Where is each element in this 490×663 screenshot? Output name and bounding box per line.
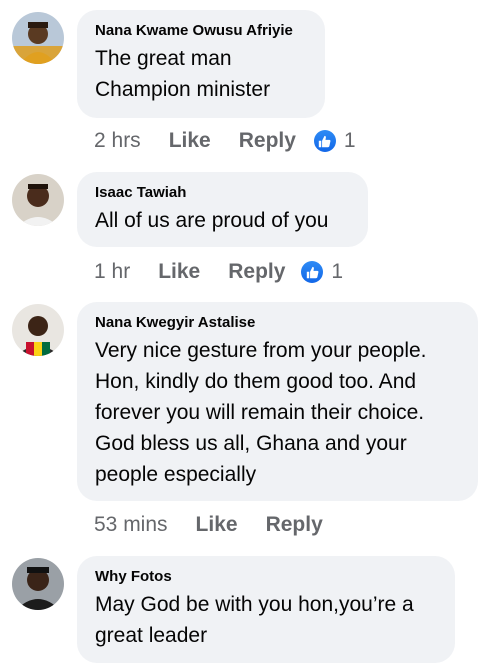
comment-actions: 1 hr Like Reply 1 (94, 257, 343, 287)
thumbs-up-icon (301, 261, 324, 283)
comment-author[interactable]: Nana Kwegyir Astalise (95, 313, 460, 333)
reaction-count: 1 (331, 260, 344, 283)
comment-bubble: Why Fotos May God be with you hon,you’re… (77, 556, 455, 663)
comment-author[interactable]: Why Fotos (95, 567, 437, 587)
avatar[interactable] (12, 558, 64, 610)
comment-text-line: great leader (95, 624, 208, 647)
reaction-summary[interactable]: 1 (301, 260, 343, 284)
comment-actions: 2 hrs Like Reply 1 (94, 126, 356, 156)
avatar[interactable] (12, 174, 64, 226)
comment-timestamp[interactable]: 1 hr (94, 260, 130, 284)
comment-timestamp[interactable]: 53 mins (94, 513, 168, 537)
comment-text-line: God bless us all, Ghana and your (95, 432, 407, 455)
comment-bubble: Isaac Tawiah All of us are proud of you (77, 172, 368, 247)
avatar[interactable] (12, 304, 64, 356)
avatar[interactable] (12, 12, 64, 64)
comment-bubble: Nana Kwame Owusu Afriyie The great man C… (77, 10, 325, 118)
reaction-count: 1 (343, 129, 356, 152)
comment-text-line: people especially (95, 463, 257, 486)
like-button[interactable]: Like (158, 260, 200, 284)
comment-author[interactable]: Isaac Tawiah (95, 183, 350, 203)
comment-text-line: Very nice gesture from your people. (95, 339, 427, 362)
comment-text-line: Champion minister (95, 78, 271, 101)
reaction-summary[interactable]: 1 (313, 129, 356, 153)
comment-actions: 53 mins Like Reply (94, 510, 351, 540)
comment-text-line: Hon, kindly do them good too. And (95, 370, 417, 393)
like-button[interactable]: Like (196, 513, 238, 537)
comment-text-line: forever you will remain their choice. (95, 401, 425, 424)
comment-text-line: May God be with you hon,you’re a (95, 593, 414, 616)
comment-text-line: All of us are proud of you (95, 209, 329, 232)
comment-text-line: The great man (95, 47, 232, 70)
reply-button[interactable]: Reply (266, 513, 323, 537)
reply-button[interactable]: Reply (228, 260, 285, 284)
thumbs-up-icon (313, 130, 336, 152)
comment-timestamp[interactable]: 2 hrs (94, 129, 141, 153)
comment-author[interactable]: Nana Kwame Owusu Afriyie (95, 21, 307, 41)
like-button[interactable]: Like (169, 129, 211, 153)
comment-bubble: Nana Kwegyir Astalise Very nice gesture … (77, 302, 478, 501)
reply-button[interactable]: Reply (239, 129, 296, 153)
